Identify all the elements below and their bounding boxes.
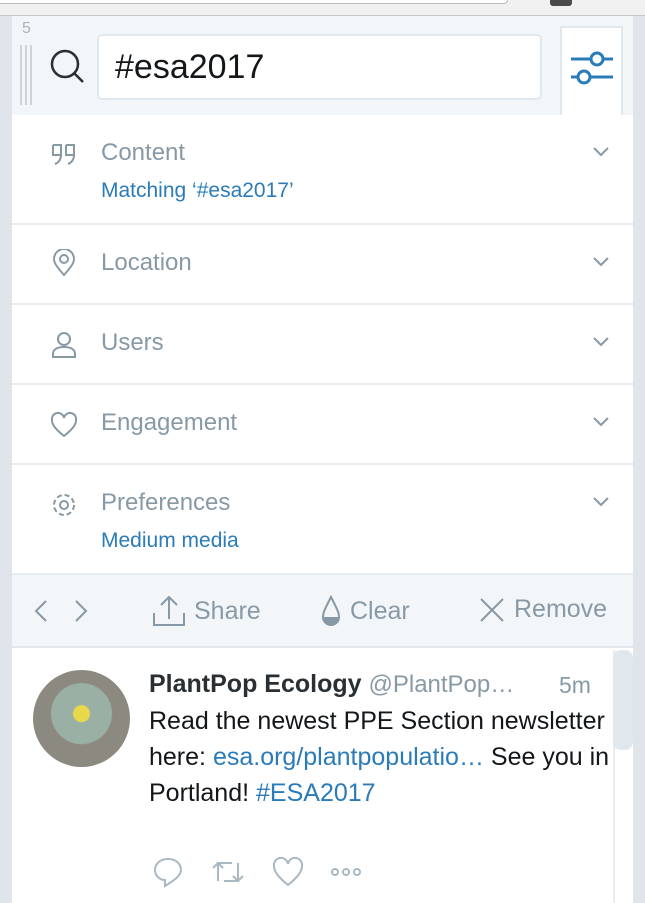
tweet-time[interactable]: 5m bbox=[559, 672, 591, 699]
extension-badge[interactable] bbox=[550, 0, 572, 6]
column-number: 5 bbox=[22, 20, 31, 37]
filter-label: Location bbox=[101, 249, 192, 276]
heart-icon bbox=[50, 411, 78, 438]
address-bar[interactable] bbox=[0, 0, 508, 4]
tweet-text: Read the newest PPE Section newsletter h… bbox=[149, 703, 619, 811]
chevron-down-icon bbox=[593, 497, 609, 507]
search-icon bbox=[50, 49, 84, 83]
share-label: Share bbox=[194, 596, 261, 625]
drag-handle[interactable] bbox=[20, 45, 32, 105]
filter-summary: Medium media bbox=[101, 529, 239, 552]
droplet-icon bbox=[321, 595, 341, 626]
gear-icon bbox=[53, 494, 75, 516]
location-pin-icon bbox=[52, 249, 76, 277]
chevron-down-icon bbox=[593, 417, 609, 427]
tweet[interactable]: PlantPop Ecology @PlantPop… 5m Read the … bbox=[12, 648, 633, 903]
chevron-down-icon bbox=[593, 337, 609, 347]
share-icon bbox=[153, 595, 185, 626]
filter-engagement[interactable]: Engagement bbox=[12, 385, 633, 465]
move-right-button[interactable] bbox=[74, 599, 88, 623]
clear-label: Clear bbox=[350, 596, 410, 625]
reply-icon[interactable] bbox=[152, 856, 184, 888]
remove-button[interactable]: Remove bbox=[478, 595, 607, 624]
filter-label: Users bbox=[101, 329, 164, 356]
filter-label: Preferences bbox=[101, 489, 231, 516]
hashtag-link[interactable]: #ESA2017 bbox=[256, 779, 376, 807]
sliders-icon bbox=[570, 51, 613, 85]
quote-icon bbox=[52, 144, 75, 165]
filter-preferences[interactable]: Preferences Medium media bbox=[12, 465, 633, 575]
close-icon bbox=[480, 597, 504, 622]
move-left-button[interactable] bbox=[34, 599, 48, 623]
chevron-down-icon bbox=[593, 257, 609, 267]
like-icon[interactable] bbox=[272, 856, 304, 888]
author-handle: @PlantPop… bbox=[368, 671, 515, 698]
filter-label: Content bbox=[101, 139, 186, 166]
more-icon[interactable] bbox=[330, 866, 362, 878]
filter-content[interactable]: Content Matching ‘#esa2017’ bbox=[12, 115, 633, 225]
author-name: PlantPop Ecology bbox=[149, 670, 362, 698]
avatar[interactable] bbox=[33, 670, 130, 767]
search-input[interactable] bbox=[97, 34, 542, 100]
filter-summary: Matching ‘#esa2017’ bbox=[101, 179, 294, 202]
filter-label: Engagement bbox=[101, 409, 238, 436]
column-toolbar: Share Clear Remove bbox=[12, 575, 633, 648]
tweet-link[interactable]: esa.org/plantpopulatio… bbox=[213, 743, 484, 771]
share-button[interactable]: Share bbox=[152, 595, 261, 627]
chevron-down-icon bbox=[593, 147, 609, 157]
retweet-icon[interactable] bbox=[210, 857, 246, 887]
remove-label: Remove bbox=[514, 595, 608, 623]
user-icon bbox=[52, 332, 76, 358]
browser-top-bar bbox=[0, 0, 645, 16]
tweet-author[interactable]: PlantPop Ecology @PlantPop… bbox=[149, 670, 514, 699]
scrollbar[interactable] bbox=[613, 650, 633, 750]
clear-button[interactable]: Clear bbox=[320, 595, 410, 627]
tweet-actions bbox=[152, 856, 362, 888]
filter-toggle-button[interactable] bbox=[560, 26, 623, 116]
filter-users[interactable]: Users bbox=[12, 305, 633, 385]
filter-location[interactable]: Location bbox=[12, 225, 633, 305]
